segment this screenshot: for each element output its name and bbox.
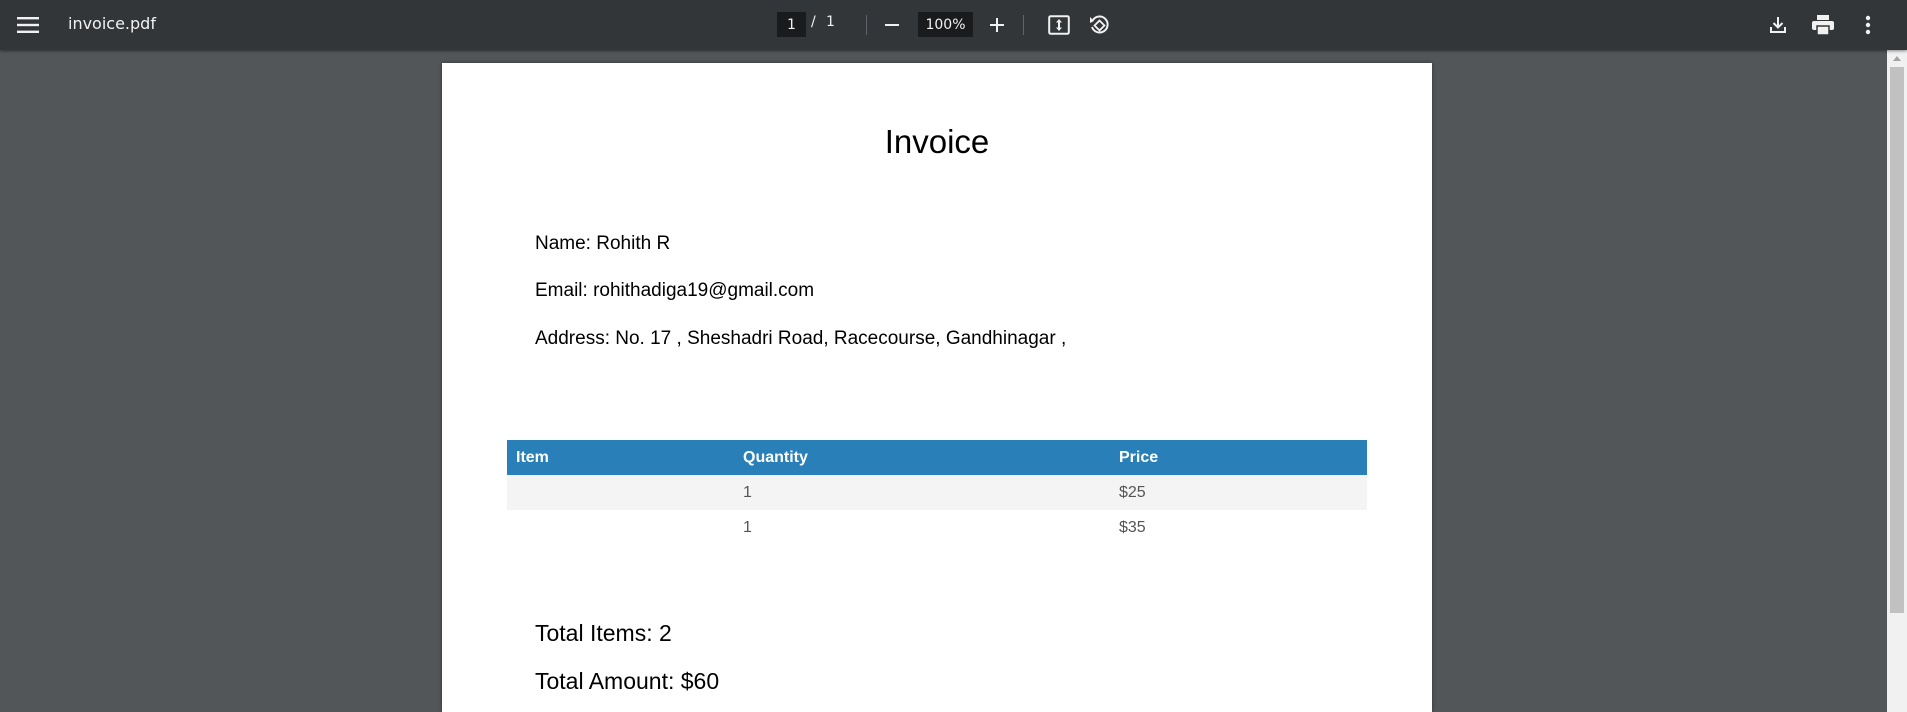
fit-to-page-button[interactable]	[1043, 9, 1075, 41]
pdf-viewer-area[interactable]: Invoice Name: Rohith R Email: rohithadig…	[0, 50, 1887, 712]
page-number-input[interactable]	[777, 12, 806, 37]
rotate-counterclockwise-icon	[1090, 15, 1109, 34]
document-title: invoice.pdf	[68, 14, 156, 33]
page-separator: /	[811, 14, 816, 30]
print-icon	[1812, 15, 1834, 35]
more-actions-button[interactable]	[1852, 9, 1884, 41]
quantity-cell: 1	[743, 518, 752, 536]
download-icon	[1770, 17, 1786, 33]
column-header-item: Item	[507, 440, 734, 475]
invoice-table: Item Quantity Price 1 $25 1 $35	[507, 440, 1367, 545]
pdf-toolbar: invoice.pdf / 1	[0, 0, 1907, 50]
column-header-quantity: Quantity	[734, 440, 1110, 475]
hamburger-menu-icon	[17, 17, 39, 33]
pdf-page: Invoice Name: Rohith R Email: rohithadig…	[442, 63, 1432, 712]
customer-address: Address: No. 17 , Sheshadri Road, Raceco…	[535, 328, 1067, 349]
rotate-button[interactable]	[1083, 9, 1115, 41]
toolbar-divider	[866, 15, 867, 35]
scroll-up-icon	[1893, 56, 1901, 61]
price-cell: $35	[1119, 518, 1146, 536]
customer-name: Name: Rohith R	[535, 233, 671, 254]
vertical-scrollbar[interactable]	[1887, 50, 1907, 712]
customer-email: Email: rohithadiga19@gmail.com	[535, 280, 815, 301]
print-button[interactable]	[1807, 9, 1839, 41]
quantity-cell: 1	[734, 475, 1110, 510]
total-amount: Total Amount: $60	[535, 668, 720, 694]
zoom-in-button[interactable]	[981, 9, 1013, 41]
fit-to-page-icon	[1048, 15, 1070, 35]
plus-icon	[990, 18, 1004, 32]
invoice-title: Invoice	[884, 123, 990, 160]
item-cell	[507, 475, 734, 510]
zoom-out-button[interactable]	[876, 9, 908, 41]
table-row: 1 $25	[507, 475, 1367, 510]
total-items: Total Items: 2	[535, 620, 672, 646]
download-button[interactable]	[1762, 9, 1794, 41]
scrollbar-thumb[interactable]	[1890, 67, 1904, 613]
price-cell: $25	[1110, 475, 1367, 510]
page-total: 1	[826, 14, 835, 30]
table-header-row: Item Quantity Price	[507, 440, 1367, 475]
table-row: 1 $35	[507, 510, 1367, 545]
item-cell	[507, 510, 734, 545]
menu-button[interactable]	[12, 9, 44, 41]
more-vert-icon	[1865, 15, 1871, 35]
minus-icon	[885, 24, 899, 26]
toolbar-divider	[1023, 15, 1024, 35]
column-header-price: Price	[1110, 440, 1367, 475]
zoom-level-input[interactable]	[918, 12, 973, 37]
scroll-up-arrow[interactable]	[1887, 50, 1907, 67]
